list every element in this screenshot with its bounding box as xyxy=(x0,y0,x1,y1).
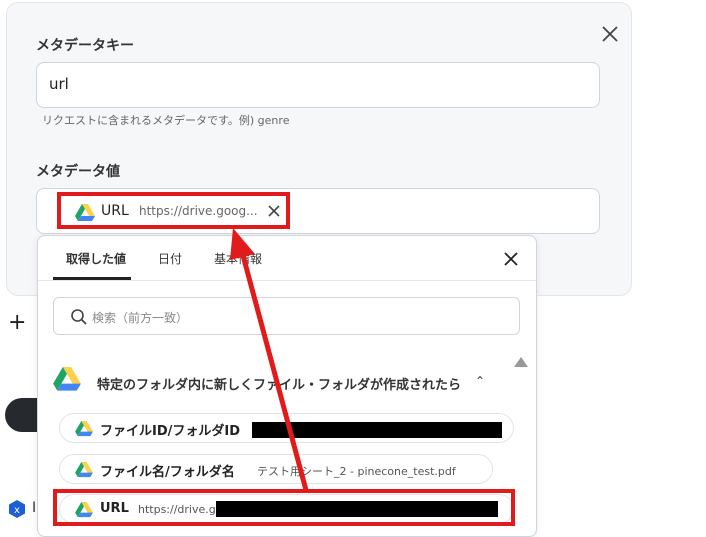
dark-button[interactable] xyxy=(5,398,39,432)
search-placeholder: 検索（前方一致） xyxy=(92,311,189,325)
svg-text:x: x xyxy=(14,505,20,516)
google-drive-icon xyxy=(75,462,93,478)
close-icon[interactable] xyxy=(503,251,519,267)
google-drive-icon xyxy=(53,367,81,391)
tab-bar: 取得した値 日付 基本情報 xyxy=(38,236,536,281)
url-chip[interactable]: URL https://drive.goog... xyxy=(57,192,290,229)
search-input[interactable]: 検索（前方一致） xyxy=(53,297,520,335)
metadata-key-value: url xyxy=(49,75,69,93)
metadata-key-hint: リクエストに含まれるメタデータです。例) genre xyxy=(42,114,290,127)
chip-label: URL xyxy=(101,203,129,219)
metadata-value-label: メタデータ値 xyxy=(36,164,120,180)
google-drive-icon xyxy=(75,204,95,221)
metadata-key-label: メタデータキー xyxy=(36,38,134,54)
metadata-key-input[interactable]: url xyxy=(36,62,600,108)
item-label: ファイル名/フォルダ名 xyxy=(100,465,235,480)
chevron-up-icon: ⌃ xyxy=(475,374,486,388)
chip-value: https://drive.goog... xyxy=(139,204,258,218)
app-badge-icon: x xyxy=(9,500,25,518)
item-value: テスト用シート_2 - pinecone_test.pdf xyxy=(257,465,456,478)
url-item-highlight xyxy=(53,489,515,526)
tab-acquired-values[interactable]: 取得した値 xyxy=(66,250,126,267)
close-icon[interactable] xyxy=(599,23,621,45)
scroll-up-icon[interactable] xyxy=(514,357,528,367)
section-title: 特定のフォルダ内に新しくファイル・フォルダが作成されたら xyxy=(97,378,462,393)
search-icon xyxy=(71,309,87,325)
plus-icon[interactable]: + xyxy=(8,310,26,335)
remove-chip-icon[interactable] xyxy=(267,204,281,218)
tab-basic-info[interactable]: 基本情報 xyxy=(214,250,262,267)
item-label: ファイルID/フォルダID xyxy=(100,424,241,439)
list-item-file-id[interactable]: ファイルID/フォルダID xyxy=(59,413,514,443)
tab-date[interactable]: 日付 xyxy=(158,250,182,267)
section-header[interactable]: 特定のフォルダ内に新しくファイル・フォルダが作成されたら ⌃ xyxy=(53,367,485,396)
google-drive-icon xyxy=(75,421,93,437)
side-text: I xyxy=(32,500,37,516)
redacted-value xyxy=(252,422,502,438)
active-tab-indicator xyxy=(53,277,131,280)
list-item-file-name[interactable]: ファイル名/フォルダ名 テスト用シート_2 - pinecone_test.pd… xyxy=(59,454,493,484)
